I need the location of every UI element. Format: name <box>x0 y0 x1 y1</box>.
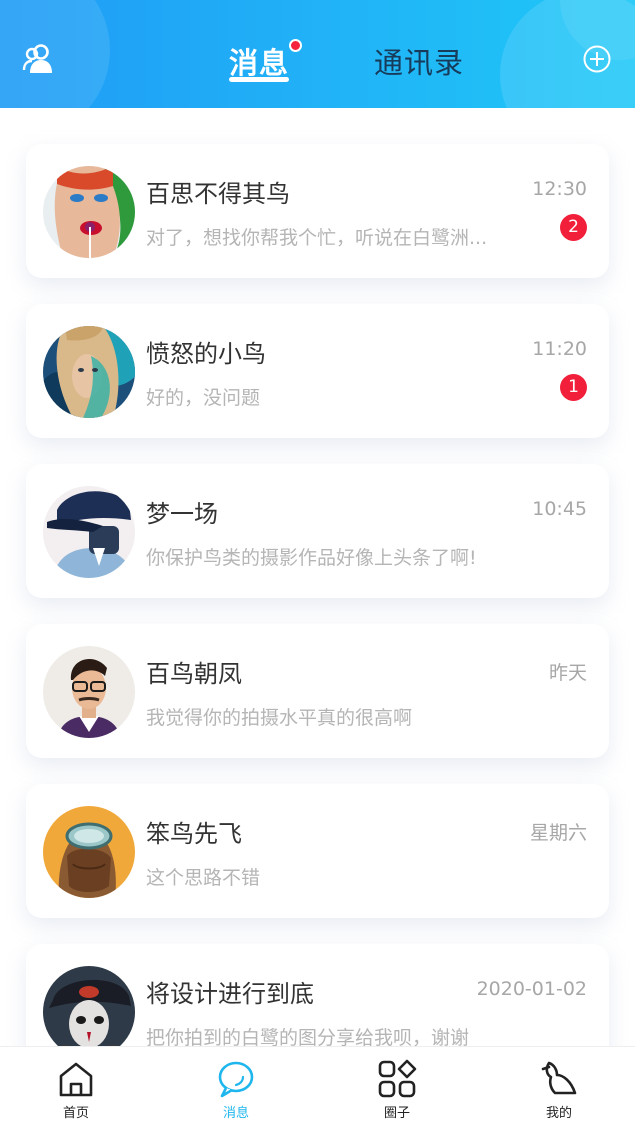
conversation-item[interactable]: 将设计进行到底 2020-01-02 把你拍到的白鹭的图分享给我呗，谢谢 <box>26 944 609 1046</box>
message-preview: 对了，想找你帮我个忙，听说在白鹭洲... <box>146 227 488 249</box>
message-time: 10:45 <box>532 498 587 520</box>
avatar <box>43 326 135 418</box>
active-tab-indicator <box>229 77 289 82</box>
notification-dot <box>289 39 302 52</box>
apps-grid-icon <box>378 1059 417 1098</box>
avatar <box>43 966 135 1046</box>
bird-icon <box>541 1061 577 1095</box>
contact-name: 将设计进行到底 <box>146 980 314 1008</box>
top-header: 消息 通讯录 <box>0 0 635 108</box>
home-icon <box>59 1062 93 1097</box>
conversation-item[interactable]: 百鸟朝凤 昨天 我觉得你的拍摄水平真的很高啊 <box>26 624 609 758</box>
message-preview: 把你拍到的白鹭的图分享给我呗，谢谢 <box>146 1027 470 1046</box>
avatar <box>43 646 135 738</box>
tab-contacts[interactable]: 通讯录 <box>374 40 464 84</box>
nav-home[interactable]: 首页 <box>26 1047 126 1129</box>
conversation-item[interactable]: 百思不得其鸟 12:30 对了，想找你帮我个忙，听说在白鹭洲... 2 <box>26 144 609 278</box>
contact-name: 百思不得其鸟 <box>146 180 290 208</box>
nav-circle[interactable]: 圈子 <box>347 1047 447 1129</box>
plus-circle-icon[interactable] <box>582 44 612 74</box>
nav-label: 我的 <box>545 1106 572 1121</box>
message-preview: 好的，没问题 <box>146 387 261 409</box>
message-time: 11:20 <box>532 338 587 360</box>
chat-bubble-icon <box>218 1061 254 1098</box>
nav-label: 圈子 <box>383 1106 410 1121</box>
message-time: 昨天 <box>548 662 587 684</box>
contact-name: 梦一场 <box>146 500 218 528</box>
message-time: 星期六 <box>529 822 587 844</box>
avatar <box>43 486 135 578</box>
avatar <box>43 806 135 898</box>
contact-name: 愤怒的小鸟 <box>146 340 266 368</box>
conversation-item[interactable]: 梦一场 10:45 你保护鸟类的摄影作品好像上头条了啊! <box>26 464 609 598</box>
nav-label: 首页 <box>62 1106 89 1121</box>
avatar <box>43 166 135 258</box>
contact-name: 百鸟朝凤 <box>146 660 242 688</box>
contacts-icon[interactable] <box>22 42 56 76</box>
contact-name: 笨鸟先飞 <box>146 820 242 848</box>
nav-messages[interactable]: 消息 <box>186 1047 286 1129</box>
message-preview: 这个思路不错 <box>146 867 261 889</box>
nav-label: 消息 <box>222 1106 249 1121</box>
message-preview: 你保护鸟类的摄影作品好像上头条了啊! <box>146 547 477 569</box>
message-time: 2020-01-02 <box>476 978 587 1000</box>
conversation-item[interactable]: 笨鸟先飞 星期六 这个思路不错 <box>26 784 609 918</box>
conversation-list[interactable]: 百思不得其鸟 12:30 对了，想找你帮我个忙，听说在白鹭洲... 2 愤怒的小… <box>0 108 635 1046</box>
nav-profile[interactable]: 我的 <box>509 1047 609 1129</box>
message-time: 12:30 <box>532 178 587 200</box>
bottom-tab-bar: 首页 消息 圈子 我的 <box>0 1046 635 1129</box>
conversation-item[interactable]: 愤怒的小鸟 11:20 好的，没问题 1 <box>26 304 609 438</box>
unread-badge: 2 <box>560 214 587 241</box>
unread-badge: 1 <box>560 374 587 401</box>
message-preview: 我觉得你的拍摄水平真的很高啊 <box>146 707 413 729</box>
